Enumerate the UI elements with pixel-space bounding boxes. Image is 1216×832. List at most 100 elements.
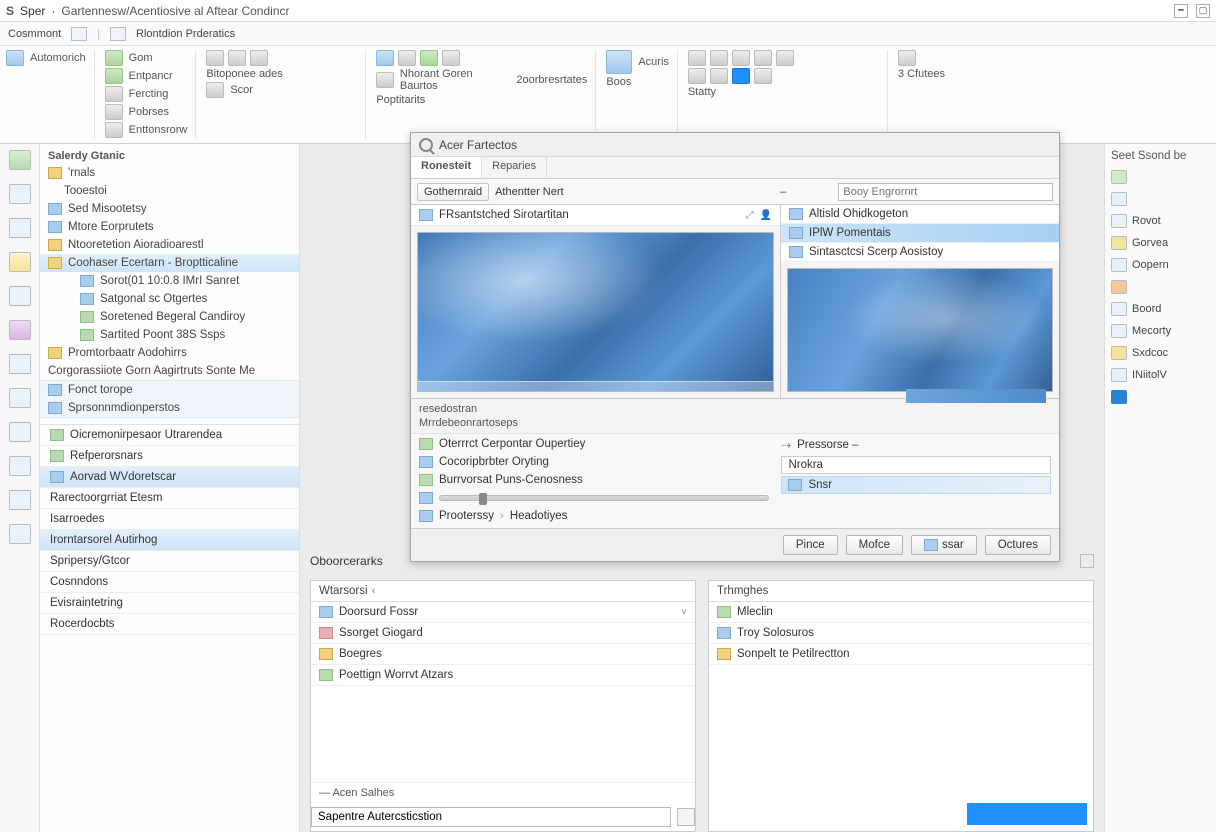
nav-item[interactable]: Soretened Begeral Candiroy [40,308,299,326]
rb-icon[interactable] [710,68,728,84]
rb-icon[interactable] [376,72,394,88]
ribbon-label[interactable]: Pobrses [129,106,169,118]
nav-item[interactable]: Tooestoi [40,182,299,200]
acuris-icon[interactable] [606,50,632,74]
rb-icon[interactable] [754,50,772,66]
list-item[interactable]: Rarectoorgrriat Etesm [40,488,299,509]
sidebar-item[interactable]: INiitolV [1111,368,1210,382]
nav-item[interactable]: Sed Misootetsy [40,200,299,218]
primary-button[interactable] [967,803,1087,825]
sidebar-item[interactable] [1111,390,1210,404]
grid-icon[interactable] [228,50,246,66]
automorich-icon[interactable] [6,50,24,66]
nav-item[interactable]: 'rnals [40,164,299,182]
list-item[interactable]: Isarroedes [40,509,299,530]
rb-icon[interactable] [442,50,460,66]
rb-icon[interactable] [376,50,394,66]
strip-icon[interactable] [9,218,31,238]
pobrses-icon[interactable] [105,104,123,120]
dropdown-selected[interactable]: Snsr [781,476,1051,494]
sidebar-item[interactable] [1111,192,1210,206]
entpancr-icon[interactable] [105,68,123,84]
menu-item-left[interactable]: Cosmmont [8,28,61,40]
strip-icon[interactable] [9,286,31,306]
dialog-tab[interactable]: Ronesteit [411,157,482,178]
ribbon-label[interactable]: 2oorbresrtates [516,74,587,86]
person-icon[interactable]: 👤 [760,210,772,221]
list-item[interactable]: Boegres [311,644,695,665]
ribbon-label[interactable]: Nhorant Goren Baurtos [400,68,511,92]
enttonsrorw-icon[interactable] [105,122,123,138]
input-square-icon[interactable] [677,808,695,826]
option-row[interactable]: Oterrrct Cerpontar Oupertiey [419,436,769,452]
ribbon-label[interactable]: Automorich [30,52,86,64]
toolbar-button[interactable]: Gothernraid [417,183,489,201]
nav-item[interactable]: Satgonal sc Otgertes [40,290,299,308]
ribbon-label[interactable]: Scor [230,84,253,96]
strip-icon[interactable] [9,388,31,408]
dialog-right-item[interactable]: Altisld Ohidkogeton [781,205,1059,224]
strip-icon[interactable] [9,354,31,374]
minimize-button[interactable]: ━ [1174,4,1188,18]
rb-icon[interactable] [688,68,706,84]
ribbon-label[interactable]: Gom [129,52,153,64]
dialog-right-item[interactable]: Sintasctcsi Scerp Aosistoy [781,243,1059,262]
list-item[interactable]: Cosnndons [40,572,299,593]
sidebar-item[interactable]: Sxdcoc [1111,346,1210,360]
nav-item[interactable]: Corgorassiiote Gorn Aagirtruts Sonte Me [40,362,299,380]
list-item[interactable]: Spripersy/Gtcor [40,551,299,572]
list-item[interactable]: Ssorget Giogard [311,623,695,644]
list-item[interactable]: Oicremonirpesaor Utrarendea [40,425,299,446]
option-row[interactable]: Burrvorsat Puns-Cenosness [419,472,769,488]
nav-item-selected[interactable]: Coohaser Ecertarn - Broptticaline [40,254,299,272]
list-item[interactable]: Mleclin [709,602,1093,623]
option-row[interactable]: Cocoripbrbter Oryting [419,454,769,470]
sidebar-item[interactable]: Mecorty [1111,324,1210,338]
rb-icon-active[interactable] [732,68,750,84]
ribbon-label[interactable]: Poptitarits [376,94,425,106]
rb-icon[interactable] [710,50,728,66]
rb-icon[interactable] [732,50,750,66]
list-item[interactable]: Refperorsnars [40,446,299,467]
sidebar-item[interactable]: Oopern [1111,258,1210,272]
ribbon-label[interactable]: Fercting [129,88,169,100]
rb-icon[interactable] [754,68,772,84]
sidebar-item[interactable] [1111,280,1210,294]
dropdown[interactable]: ⇢Pressorse – [781,436,1051,454]
zoom-icon[interactable]: ⤢ [746,210,754,221]
ribbon-label[interactable]: Boos [606,76,631,88]
sidebar-item[interactable]: Boord [1111,302,1210,316]
strip-icon[interactable] [9,252,31,272]
rb-icon[interactable] [776,50,794,66]
dialog-right-item-selected[interactable]: IPlW Pomentais [781,224,1059,243]
dialog-left-row[interactable]: FRsantstched Sirotartitan ⤢ 👤 [411,205,780,226]
fercting-icon[interactable] [105,86,123,102]
dialog-preview-right[interactable] [787,268,1053,392]
list-item[interactable]: Doorsurd Fossr˅ [311,602,695,623]
strip-icon[interactable] [9,422,31,442]
list-item[interactable]: Troy Solosuros [709,623,1093,644]
nav-item[interactable]: Ntooretetion Aioradioarestl [40,236,299,254]
search-input[interactable] [838,183,1053,201]
lower-input[interactable] [311,807,671,827]
sidebar-item[interactable]: Gorvea [1111,236,1210,250]
list-item[interactable]: Evisraintetring [40,593,299,614]
list-item[interactable]: Poettign Worrvt Atzars [311,665,695,686]
nav-item[interactable]: Sartited Poont 38S Ssps [40,326,299,344]
strip-icon[interactable] [9,490,31,510]
rb-icon[interactable] [688,50,706,66]
strip-icon[interactable] [9,456,31,476]
dialog-tab[interactable]: Reparies [482,157,547,178]
list-item[interactable]: Rocerdocbts [40,614,299,635]
list-item-selected[interactable]: Irorntarsorel Autirhog [40,530,299,551]
rb-icon[interactable] [898,50,916,66]
dropdown[interactable]: Nrokra [781,456,1051,474]
dialog-preview-left[interactable] [417,232,774,392]
slider[interactable] [439,495,769,501]
sidebar-item[interactable] [1111,170,1210,184]
sidebar-item[interactable]: Rovot [1111,214,1210,228]
square-icon[interactable] [1080,554,1094,568]
strip-icon[interactable] [9,524,31,544]
rb-icon[interactable] [398,50,416,66]
grid-icon[interactable] [250,50,268,66]
